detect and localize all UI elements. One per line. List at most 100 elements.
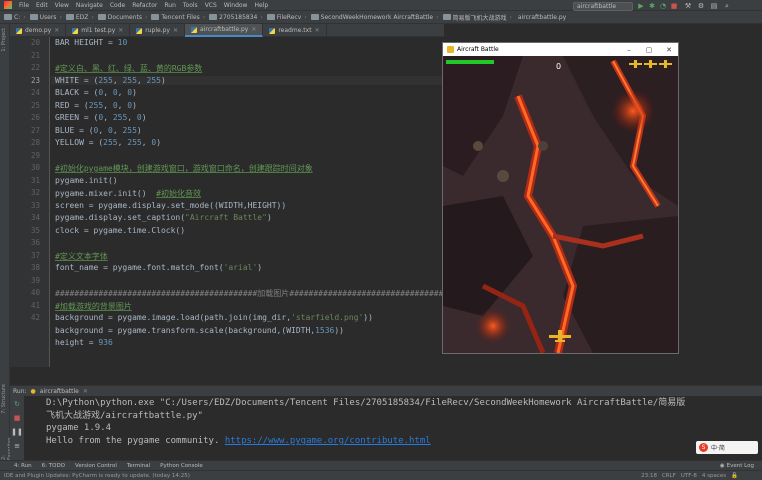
editor-tab[interactable]: ruple.py ✕ — [130, 24, 186, 37]
lock-icon[interactable]: 🔓 — [731, 473, 738, 479]
stop-run-icon[interactable]: ■ — [14, 414, 21, 422]
menu-item-vcs[interactable]: VCS — [205, 2, 217, 9]
tool-window-button[interactable]: Python Console — [160, 463, 203, 469]
code-line[interactable]: pygame.display.set_caption("Aircraft Bat… — [55, 213, 272, 222]
code-line[interactable]: font_name = pygame.font.match_font('aria… — [55, 263, 262, 272]
indent-setting[interactable]: 4 spaces — [702, 473, 726, 479]
menu-item-code[interactable]: Code — [110, 2, 125, 9]
menu-item-navigate[interactable]: Navigate — [76, 2, 103, 9]
structure-tool-label[interactable]: 7: Structure — [1, 384, 9, 414]
breadcrumb-item[interactable]: C: › — [4, 14, 26, 21]
code-line[interactable]: RED = (255, 0, 0) — [55, 101, 137, 110]
pause-icon[interactable]: ❚❚ — [11, 428, 23, 436]
search-icon[interactable]: ⌕ — [723, 2, 731, 10]
code-line[interactable]: WHITE = (255, 255, 255) — [51, 75, 442, 85]
tool-window-button[interactable]: 4: Run — [14, 463, 32, 469]
close-run-tab-icon[interactable]: ✕ — [83, 388, 88, 395]
code-line[interactable]: BLACK = (0, 0, 0) — [55, 88, 137, 97]
menu-item-file[interactable]: File — [19, 2, 29, 9]
code-editor[interactable]: BAR HEIGHT = 10 #定义白、黑、红、绿、蓝、黄的RGB参数 WHITE… — [51, 37, 442, 367]
code-line[interactable]: YELLOW = (255, 255, 0) — [55, 138, 161, 147]
settings-icon[interactable]: ⚙ — [697, 2, 705, 10]
status-message[interactable]: IDE and Plugin Updates: PyCharm is ready… — [4, 473, 190, 479]
caret-position[interactable]: 23:18 — [641, 473, 657, 479]
soft-wrap-icon[interactable]: ≡ — [14, 442, 20, 450]
project-tool-label[interactable]: 1: Project — [1, 28, 9, 52]
menu-item-run[interactable]: Run — [164, 2, 176, 9]
code-line[interactable]: background = pygame.image.load(path.join… — [55, 313, 373, 322]
code-token: 255 — [127, 138, 142, 147]
breadcrumb-item[interactable]: SecondWeekHomework AircraftBattle › — [310, 14, 439, 21]
code-line[interactable]: ########################################… — [55, 288, 442, 299]
file-encoding[interactable]: UTF-8 — [681, 473, 697, 479]
game-window[interactable]: Aircraft Battle – ▢ ✕ 0 — [442, 42, 679, 354]
breadcrumb-item[interactable]: 简易版飞机大战游戏 › — [442, 13, 512, 22]
code-line[interactable]: pygame.mixer.init() #初始化音效 — [55, 188, 201, 199]
tool-window-button[interactable]: Terminal — [127, 463, 150, 469]
run-configuration-select[interactable]: aircraftbattle — [573, 2, 633, 11]
menu-item-view[interactable]: View — [55, 2, 69, 9]
line-number: 38 — [30, 263, 40, 272]
run-icon[interactable]: ▶ — [637, 2, 645, 10]
breadcrumb-item[interactable]: 2705185834 › — [209, 14, 263, 21]
code-line[interactable]: #加载游戏的背景图片 — [55, 301, 132, 312]
code-line[interactable]: screen = pygame.display.set_mode((WIDTH,… — [55, 201, 286, 210]
breadcrumb-item[interactable]: EDZ › — [65, 14, 94, 21]
code-line[interactable]: background = pygame.transform.scale(back… — [55, 326, 344, 335]
line-number: 36 — [30, 238, 40, 247]
breadcrumb-item[interactable]: FileRecv › — [266, 14, 307, 21]
debug-icon[interactable]: ✱ — [648, 2, 656, 10]
editor-tab[interactable]: aircraftbattle.py ✕ — [185, 24, 264, 37]
rerun-icon[interactable]: ↻ — [14, 400, 20, 408]
breadcrumb-item[interactable]: aircraftbattle.py — [516, 14, 566, 21]
menu-item-edit[interactable]: Edit — [36, 2, 48, 9]
game-canvas[interactable]: 0 — [443, 56, 678, 353]
run-tab-label[interactable]: aircraftbattle — [40, 388, 79, 395]
code-line[interactable]: BAR HEIGHT = 10 — [55, 38, 127, 47]
close-icon[interactable]: ✕ — [662, 43, 676, 56]
close-tab-icon[interactable]: ✕ — [173, 27, 178, 34]
menu-item-tools[interactable]: Tools — [183, 2, 198, 9]
editor-tab[interactable]: ml1 test.py ✕ — [66, 24, 131, 37]
favorites-tool-label[interactable]: 2: Favorites — [1, 434, 13, 460]
coverage-icon[interactable]: ◔ — [659, 2, 667, 10]
menu-item-refactor[interactable]: Refactor — [132, 2, 157, 9]
chevron-right-icon: › — [59, 13, 62, 21]
close-tab-icon[interactable]: ✕ — [315, 27, 320, 34]
close-tab-icon[interactable]: ✕ — [251, 26, 256, 33]
left-tool-strip: 1: Project 7: Structure 2: Favorites — [0, 24, 13, 460]
tool-window-button[interactable]: Version Control — [75, 463, 117, 469]
menu-item-window[interactable]: Window — [224, 2, 248, 9]
structure-icon[interactable]: ▤ — [710, 2, 718, 10]
folder-icon — [97, 14, 106, 20]
run-panel: Run: ● aircraftbattle ✕ ↻ ■ ❚❚ ≡ D:\Pyth… — [10, 385, 762, 461]
code-line[interactable]: pygame.init() — [55, 176, 118, 185]
code-token: 255 — [112, 113, 128, 122]
code-line[interactable]: #初始化pygame模块，创建游戏窗口，游戏窗口命名，创建跟踪时间对象 — [55, 163, 313, 174]
code-line[interactable]: height = 936 — [55, 338, 113, 347]
code-line[interactable]: clock = pygame.time.Clock() — [55, 226, 185, 235]
minimize-icon[interactable]: – — [622, 43, 636, 56]
code-line[interactable]: #定义文本字体 — [55, 251, 108, 262]
health-bar — [446, 60, 494, 64]
breadcrumb-item[interactable]: Tencent Files › — [151, 14, 205, 21]
build-icon[interactable]: ⚒ — [684, 2, 692, 10]
maximize-icon[interactable]: ▢ — [642, 43, 656, 56]
breadcrumb-item[interactable]: Documents › — [97, 14, 147, 21]
line-separator[interactable]: CRLF — [662, 473, 676, 479]
code-line[interactable]: #定义白、黑、红、绿、蓝、黄的RGB参数 — [55, 63, 202, 74]
editor-tab[interactable]: demo.py ✕ — [10, 24, 67, 37]
code-line[interactable]: GREEN = (0, 255, 0) — [55, 113, 147, 122]
code-line[interactable]: BLUE = (0, 0, 255) — [55, 126, 142, 135]
menu-item-help[interactable]: Help — [254, 2, 268, 9]
breadcrumb-item[interactable]: Users › — [29, 13, 62, 21]
event-log-button[interactable]: ◉ Event Log — [720, 463, 754, 469]
game-window-title: Aircraft Battle — [457, 46, 499, 53]
pygame-contribute-link[interactable]: https://www.pygame.org/contribute.html — [225, 436, 431, 446]
tool-window-button[interactable]: 6: TODO — [42, 463, 65, 469]
editor-tab[interactable]: readme.txt ✕ — [263, 24, 327, 37]
close-tab-icon[interactable]: ✕ — [118, 27, 123, 34]
close-tab-icon[interactable]: ✕ — [54, 27, 59, 34]
input-method-widget[interactable]: S 中·简 — [696, 441, 758, 454]
stop-icon[interactable]: ■ — [670, 2, 678, 10]
